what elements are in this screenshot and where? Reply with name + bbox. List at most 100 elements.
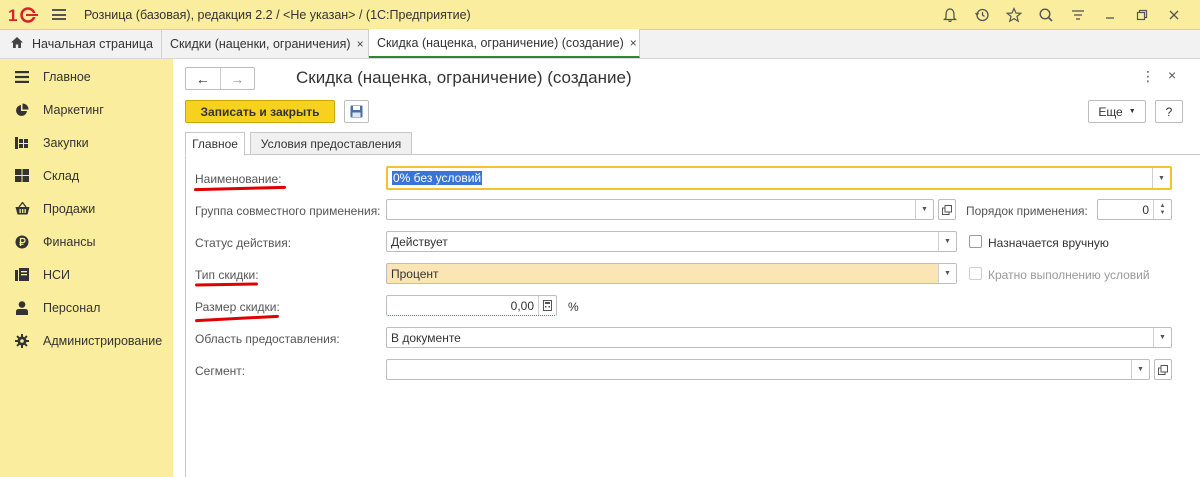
more-label: Еще	[1098, 104, 1123, 119]
open-icon[interactable]	[1154, 359, 1172, 380]
chevron-down-icon[interactable]: ▼	[1131, 360, 1149, 379]
sidebar-item-sales[interactable]: Продажи	[0, 192, 173, 225]
ruble-icon	[14, 234, 30, 250]
sidebar-item-finance[interactable]: Финансы	[0, 225, 173, 258]
form-area: ← → Скидка (наценка, ограничение) (созда…	[173, 59, 1200, 477]
sidebar-item-label: Главное	[43, 69, 91, 84]
basket-icon	[14, 201, 30, 217]
menu-icon[interactable]	[52, 9, 66, 20]
area-select[interactable]: В документе ▼	[386, 327, 1172, 348]
chevron-down-icon[interactable]: ▼	[1152, 168, 1170, 188]
tab-label: Начальная страница	[32, 37, 153, 51]
page-title: Скидка (наценка, ограничение) (создание)	[296, 68, 632, 87]
forward-arrow-icon[interactable]: →	[219, 68, 255, 89]
sidebar-item-label: Склад	[43, 168, 80, 183]
order-value: 0	[1142, 202, 1149, 217]
save-button[interactable]	[344, 100, 369, 123]
chevron-down-icon[interactable]: ▼	[915, 200, 933, 219]
help-button[interactable]: ?	[1155, 100, 1183, 123]
close-icon[interactable]: ×	[630, 36, 637, 50]
sidebar-item-label: Маркетинг	[43, 102, 104, 117]
group-label: Группа совместного применения:	[195, 204, 381, 218]
history-icon[interactable]	[966, 0, 998, 30]
open-icon[interactable]	[938, 199, 956, 220]
tab-discount-create[interactable]: Скидка (наценка, ограничение) (создание)…	[369, 29, 640, 58]
sidebar-item-administration[interactable]: Администрирование	[0, 324, 173, 357]
home-icon	[10, 36, 24, 52]
tab-main[interactable]: Главное	[185, 132, 245, 156]
sidebar-item-label: НСИ	[43, 267, 71, 282]
area-label: Область предоставления:	[195, 332, 340, 346]
name-label: Наименование:	[195, 172, 282, 186]
navigation-buttons: ← →	[185, 67, 255, 90]
sidebar-item-label: Закупки	[43, 135, 89, 150]
floppy-disk-icon	[350, 105, 363, 118]
chevron-down-icon[interactable]: ▼	[938, 232, 956, 251]
filter-settings-icon[interactable]	[1062, 0, 1094, 30]
purchases-icon	[14, 135, 30, 151]
close-icon[interactable]: ×	[1168, 67, 1176, 83]
name-value: 0% без условий	[392, 171, 483, 185]
tab-home[interactable]: Начальная страница	[0, 30, 162, 58]
gear-icon	[14, 333, 30, 349]
back-arrow-icon[interactable]: ←	[186, 68, 220, 89]
size-unit: %	[568, 300, 579, 314]
search-icon[interactable]	[1030, 0, 1062, 30]
area-value: В документе	[391, 330, 461, 345]
chevron-down-icon[interactable]: ▼	[1153, 328, 1171, 347]
warehouse-icon	[14, 168, 30, 184]
sidebar-item-purchases[interactable]: Закупки	[0, 126, 173, 159]
size-value: 0,00	[510, 298, 534, 313]
group-input[interactable]: ▼	[386, 199, 934, 220]
name-input[interactable]: 0% без условий ▼	[386, 166, 1172, 190]
star-icon[interactable]	[998, 0, 1030, 30]
save-and-close-button[interactable]: Записать и закрыть	[185, 100, 335, 123]
reference-icon	[14, 267, 30, 283]
bell-icon[interactable]	[934, 0, 966, 30]
order-input[interactable]: 0 ▲ ▼	[1097, 199, 1172, 220]
type-select[interactable]: Процент ▼	[386, 263, 957, 284]
sidebar-item-nsi[interactable]: НСИ	[0, 258, 173, 291]
svg-text:1: 1	[8, 6, 17, 24]
app-title: Розница (базовая), редакция 2.2 / <Не ук…	[84, 7, 471, 22]
segment-input[interactable]: ▼	[386, 359, 1150, 380]
type-label: Тип скидки:	[195, 268, 259, 282]
manual-label: Назначается вручную	[988, 236, 1109, 250]
sidebar-item-main[interactable]: Главное	[0, 60, 173, 93]
chevron-down-icon: ▼	[1128, 108, 1136, 115]
status-value: Действует	[391, 234, 448, 249]
close-icon[interactable]: ×	[357, 37, 364, 51]
sidebar-item-label: Продажи	[43, 201, 96, 216]
multiple-label: Кратно выполнению условий	[988, 268, 1150, 282]
chevron-down-icon[interactable]: ▼	[938, 264, 956, 283]
stepper-icon[interactable]: ▲ ▼	[1153, 200, 1171, 219]
sidebar-item-marketing[interactable]: Маркетинг	[0, 93, 173, 126]
minimize-icon[interactable]	[1094, 0, 1126, 30]
tab-discounts-list[interactable]: Скидки (наценки, ограничения) ×	[162, 30, 369, 58]
pie-chart-icon	[14, 102, 30, 118]
1c-logo-icon: 1	[8, 5, 42, 25]
more-vertical-icon[interactable]: ⋮	[1141, 68, 1155, 85]
manual-checkbox[interactable]	[969, 235, 982, 248]
sidebar-item-label: Финансы	[43, 234, 96, 249]
type-value: Процент	[391, 266, 439, 281]
calculator-icon[interactable]	[538, 296, 556, 315]
restore-icon[interactable]	[1126, 0, 1158, 30]
segment-label: Сегмент:	[195, 364, 246, 378]
open-windows-bar: Начальная страница Скидки (наценки, огра…	[0, 29, 1200, 59]
status-label: Статус действия:	[195, 236, 292, 250]
multiple-checkbox[interactable]	[969, 267, 982, 280]
more-button[interactable]: Еще ▼	[1088, 100, 1146, 123]
list-icon	[14, 69, 30, 85]
close-window-icon[interactable]	[1158, 0, 1190, 30]
tab-label: Скидки (наценки, ограничения)	[170, 37, 351, 51]
person-icon	[14, 300, 30, 316]
tab-conditions[interactable]: Условия предоставления	[250, 132, 412, 155]
status-select[interactable]: Действует ▼	[386, 231, 957, 252]
size-input[interactable]: 0,00	[386, 295, 557, 316]
sidebar-item-warehouse[interactable]: Склад	[0, 159, 173, 192]
tab-label: Скидка (наценка, ограничение) (создание)	[377, 35, 624, 50]
sidebar-item-personnel[interactable]: Персонал	[0, 291, 173, 324]
sidebar-item-label: Администрирование	[43, 333, 163, 348]
size-label: Размер скидки:	[195, 300, 280, 314]
